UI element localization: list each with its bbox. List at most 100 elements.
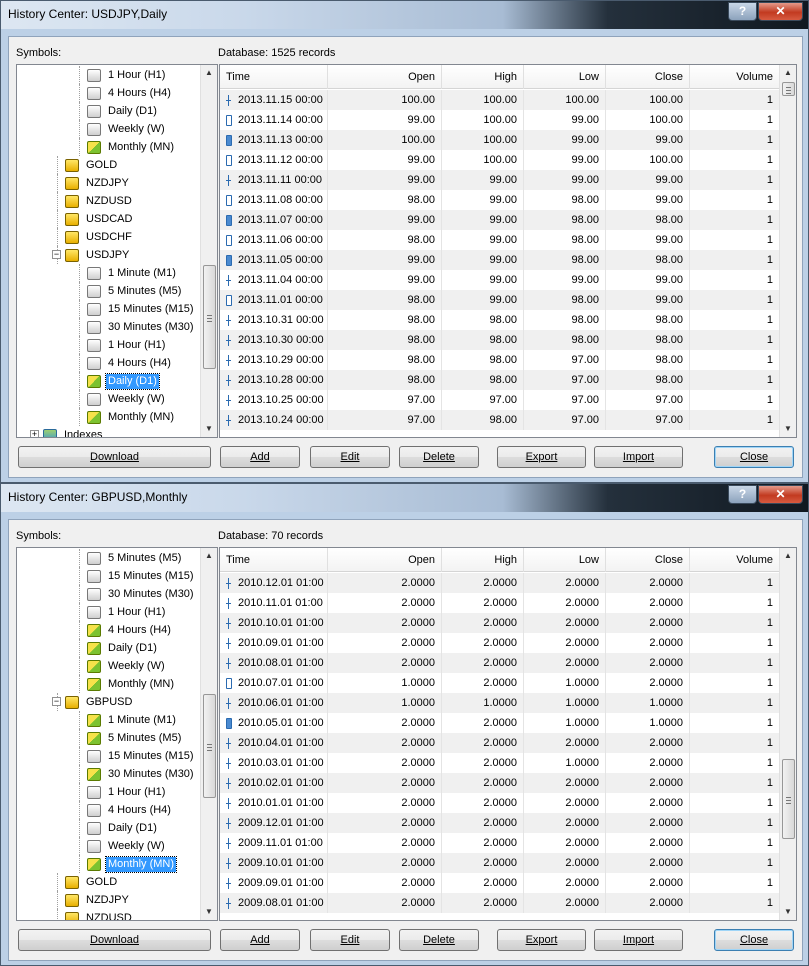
- table-row[interactable]: 2009.11.01 01:00 2.0000 2.0000 2.0000 2.0000…: [220, 833, 780, 853]
- table-row[interactable]: 2010.11.01 01:00 2.0000 2.0000 2.0000 2.0000…: [220, 593, 780, 613]
- tree-item[interactable]: GOLD: [65, 156, 119, 174]
- tree-item[interactable]: Daily (D1): [87, 639, 159, 657]
- edit-button[interactable]: Edit: [310, 929, 390, 951]
- scroll-down-icon[interactable]: ▼: [205, 425, 213, 433]
- scroll-down-icon[interactable]: ▼: [784, 425, 792, 433]
- table-row[interactable]: 2013.10.30 00:00 98.00 98.00 98.00 98.00 1: [220, 330, 780, 350]
- tree-item[interactable]: 30 Minutes (M30): [87, 585, 196, 603]
- column-header[interactable]: Time: [220, 548, 328, 572]
- tree-item[interactable]: NZDUSD: [65, 192, 134, 210]
- tree-item[interactable]: 5 Minutes (M5): [87, 282, 183, 300]
- add-button[interactable]: Add: [220, 929, 300, 951]
- tree-item[interactable]: Weekly (W): [87, 837, 167, 855]
- close-window-button[interactable]: ✕: [758, 485, 803, 504]
- tree-item[interactable]: 1 Hour (H1): [87, 603, 167, 621]
- scroll-thumb[interactable]: [782, 758, 795, 839]
- tree-item[interactable]: Monthly (MN): [87, 855, 178, 873]
- tree-scrollbar[interactable]: ▲ ▼: [200, 548, 217, 920]
- tree-item[interactable]: Daily (D1): [87, 372, 160, 390]
- table-row[interactable]: 2013.11.05 00:00 99.00 99.00 98.00 98.00 1: [220, 250, 780, 270]
- grid-scrollbar[interactable]: ▲ ▼: [779, 65, 796, 437]
- tree-item[interactable]: Daily (D1): [87, 819, 159, 837]
- edit-button[interactable]: Edit: [310, 446, 390, 468]
- scroll-thumb[interactable]: [203, 264, 216, 369]
- table-row[interactable]: 2013.11.04 00:00 99.00 99.00 99.00 99.00 1: [220, 270, 780, 290]
- table-row[interactable]: 2013.11.06 00:00 98.00 99.00 98.00 99.00 1: [220, 230, 780, 250]
- tree-item[interactable]: 15 Minutes (M15): [87, 747, 196, 765]
- help-button[interactable]: ?: [728, 2, 757, 21]
- tree-item[interactable]: 1 Hour (H1): [87, 336, 167, 354]
- table-row[interactable]: 2013.10.29 00:00 98.00 98.00 97.00 98.00 1: [220, 350, 780, 370]
- table-row[interactable]: 2009.08.01 01:00 2.0000 2.0000 2.0000 2.0000…: [220, 893, 780, 913]
- table-row[interactable]: 2010.12.01 01:00 2.0000 2.0000 2.0000 2.0000…: [220, 573, 780, 593]
- table-row[interactable]: 2013.11.01 00:00 98.00 99.00 98.00 99.00 1: [220, 290, 780, 310]
- tree-item[interactable]: Monthly (MN): [87, 138, 176, 156]
- table-row[interactable]: 2013.10.28 00:00 98.00 98.00 97.00 98.00 1: [220, 370, 780, 390]
- column-header[interactable]: Open: [328, 65, 442, 89]
- table-row[interactable]: 2013.10.24 00:00 97.00 98.00 97.00 97.00 1: [220, 410, 780, 430]
- tree-item[interactable]: USDCAD: [65, 210, 134, 228]
- download-button[interactable]: Download: [18, 929, 211, 951]
- scroll-up-icon[interactable]: ▲: [784, 552, 792, 560]
- tree-item[interactable]: GBPUSD: [65, 693, 134, 711]
- tree-item[interactable]: 4 Hours (H4): [87, 621, 173, 639]
- column-header[interactable]: Open: [328, 548, 442, 572]
- table-row[interactable]: 2010.03.01 01:00 2.0000 2.0000 1.0000 2.0000…: [220, 753, 780, 773]
- download-button[interactable]: Download: [18, 446, 211, 468]
- tree-item[interactable]: GOLD: [65, 873, 119, 891]
- column-header[interactable]: High: [442, 65, 524, 89]
- symbols-tree[interactable]: 5 Minutes (M5) 15 Minutes (M15) 30 Minutes…: [16, 547, 218, 921]
- help-button[interactable]: ?: [728, 485, 757, 504]
- tree-scrollbar[interactable]: ▲ ▼: [200, 65, 217, 437]
- table-row[interactable]: 2010.05.01 01:00 2.0000 2.0000 1.0000 1.0000…: [220, 713, 780, 733]
- table-row[interactable]: 2009.09.01 01:00 2.0000 2.0000 2.0000 2.0000…: [220, 873, 780, 893]
- column-header[interactable]: Low: [524, 548, 606, 572]
- tree-item[interactable]: 4 Hours (H4): [87, 801, 173, 819]
- tree-item[interactable]: Weekly (W): [87, 657, 167, 675]
- table-row[interactable]: 2010.10.01 01:00 2.0000 2.0000 2.0000 2.0000…: [220, 613, 780, 633]
- tree-item[interactable]: 4 Hours (H4): [87, 354, 173, 372]
- column-header[interactable]: High: [442, 548, 524, 572]
- table-row[interactable]: 2013.11.14 00:00 99.00 100.00 99.00 100.00 1: [220, 110, 780, 130]
- table-row[interactable]: 2010.02.01 01:00 2.0000 2.0000 2.0000 2.0000…: [220, 773, 780, 793]
- scroll-thumb[interactable]: [782, 82, 795, 96]
- tree-item[interactable]: Daily (D1): [87, 102, 159, 120]
- table-row[interactable]: 2013.11.12 00:00 99.00 100.00 99.00 100.00 1: [220, 150, 780, 170]
- tree-item[interactable]: 1 Hour (H1): [87, 66, 167, 84]
- delete-button[interactable]: Delete: [399, 929, 479, 951]
- tree-item[interactable]: 5 Minutes (M5): [87, 729, 183, 747]
- tree-item[interactable]: NZDJPY: [65, 891, 131, 909]
- scroll-down-icon[interactable]: ▼: [205, 908, 213, 916]
- tree-item[interactable]: Monthly (MN): [87, 408, 176, 426]
- tree-item[interactable]: Weekly (W): [87, 120, 167, 138]
- table-row[interactable]: 2013.11.13 00:00 100.00 100.00 99.00 99.00 1: [220, 130, 780, 150]
- table-row[interactable]: 2010.04.01 01:00 2.0000 2.0000 2.0000 2.0000…: [220, 733, 780, 753]
- tree-item[interactable]: 15 Minutes (M15): [87, 567, 196, 585]
- table-row[interactable]: 2013.10.25 00:00 97.00 97.00 97.00 97.00 1: [220, 390, 780, 410]
- tree-item[interactable]: USDJPY: [65, 246, 131, 264]
- close-button[interactable]: Close: [714, 446, 794, 468]
- tree-item[interactable]: Indexes: [43, 426, 105, 437]
- close-button[interactable]: Close: [714, 929, 794, 951]
- table-row[interactable]: 2010.08.01 01:00 2.0000 2.0000 2.0000 2.0000…: [220, 653, 780, 673]
- tree-item[interactable]: 15 Minutes (M15): [87, 300, 196, 318]
- table-row[interactable]: 2013.11.11 00:00 99.00 99.00 99.00 99.00 1: [220, 170, 780, 190]
- tree-item[interactable]: 30 Minutes (M30): [87, 318, 196, 336]
- tree-item[interactable]: Weekly (W): [87, 390, 167, 408]
- table-row[interactable]: 2010.01.01 01:00 2.0000 2.0000 2.0000 2.0000…: [220, 793, 780, 813]
- add-button[interactable]: Add: [220, 446, 300, 468]
- tree-item[interactable]: 5 Minutes (M5): [87, 549, 183, 567]
- column-header[interactable]: Close: [606, 548, 690, 572]
- export-button[interactable]: Export: [497, 929, 586, 951]
- tree-item[interactable]: Monthly (MN): [87, 675, 176, 693]
- table-row[interactable]: 2009.10.01 01:00 2.0000 2.0000 2.0000 2.0000…: [220, 853, 780, 873]
- scroll-thumb[interactable]: [203, 693, 216, 798]
- import-button[interactable]: Import: [594, 446, 683, 468]
- delete-button[interactable]: Delete: [399, 446, 479, 468]
- import-button[interactable]: Import: [594, 929, 683, 951]
- column-header[interactable]: Low: [524, 65, 606, 89]
- column-header[interactable]: Volume: [690, 548, 780, 572]
- history-grid[interactable]: Time Open High Low Close Volume 2013.11.15 00:…: [219, 64, 797, 438]
- scroll-down-icon[interactable]: ▼: [784, 908, 792, 916]
- scroll-up-icon[interactable]: ▲: [205, 69, 213, 77]
